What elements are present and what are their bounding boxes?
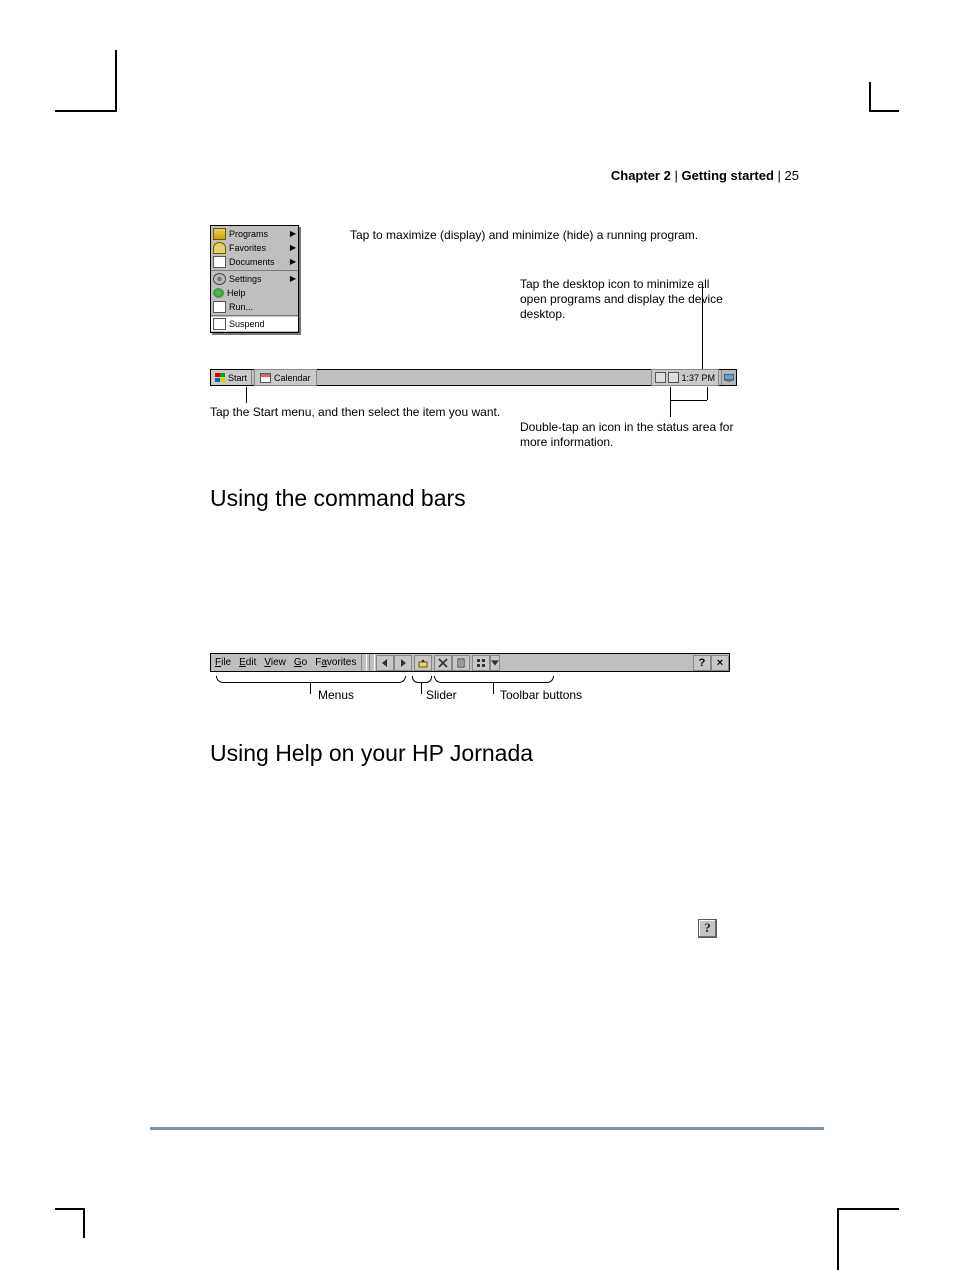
system-tray[interactable]: 1:37 PM (651, 369, 719, 386)
crop-mark (83, 1208, 85, 1238)
properties-button[interactable] (452, 655, 470, 671)
label-slider: Slider (426, 688, 457, 702)
heading-command-bars: Using the command bars (210, 485, 466, 512)
taskbar: Start Calendar 1:37 PM (210, 369, 737, 386)
menu-item-programs[interactable]: Programs (229, 230, 290, 239)
submenu-arrow-icon: ▶ (290, 275, 296, 283)
back-button[interactable] (376, 655, 394, 671)
submenu-arrow-icon: ▶ (290, 230, 296, 238)
menu-item-suspend[interactable]: Suspend (229, 320, 296, 329)
figure-command-bar: File Edit View Go Favorites ? × (210, 653, 730, 712)
callout-leader (707, 387, 708, 400)
menu-item-run[interactable]: Run... (229, 303, 296, 312)
menu-view[interactable]: View (260, 654, 290, 671)
menu-edit[interactable]: Edit (235, 654, 260, 671)
page: Chapter 2 | Getting started | 25 Program… (0, 0, 954, 1270)
suspend-icon (213, 318, 226, 330)
submenu-arrow-icon: ▶ (290, 244, 296, 252)
show-desktop-button[interactable] (721, 370, 736, 385)
help-icon (213, 288, 224, 298)
view-mode-dropdown[interactable] (490, 655, 500, 671)
callout-leader (670, 387, 671, 417)
heading-using-help: Using Help on your HP Jornada (210, 740, 533, 767)
callout-start-menu: Tap the Start menu, and then select the … (210, 405, 500, 420)
desktop-icon (724, 374, 734, 382)
start-menu[interactable]: Programs▶ Favorites▶ Documents▶ Settings… (210, 225, 299, 333)
command-bar-labels: Menus Slider Toolbar buttons (210, 672, 730, 712)
menu-file[interactable]: File (211, 654, 235, 671)
forward-button[interactable] (394, 655, 412, 671)
label-toolbar-buttons: Toolbar buttons (500, 688, 582, 702)
menu-favorites[interactable]: Favorites (311, 654, 360, 671)
help-button[interactable]: ? (693, 655, 711, 671)
callout-maximize: Tap to maximize (display) and minimize (… (350, 228, 698, 243)
settings-icon (213, 273, 226, 285)
crop-mark (839, 1208, 899, 1210)
toolbar-grip[interactable] (369, 654, 375, 671)
menu-item-settings[interactable]: Settings (229, 275, 290, 284)
programs-icon (213, 228, 226, 240)
callout-leader (702, 287, 703, 369)
menu-item-favorites[interactable]: Favorites (229, 244, 290, 253)
view-mode-button[interactable] (472, 655, 490, 671)
documents-icon (213, 256, 226, 268)
tray-icon[interactable] (668, 372, 679, 383)
figure-start-menu: Programs▶ Favorites▶ Documents▶ Settings… (210, 225, 735, 405)
windows-flag-icon (215, 373, 225, 382)
run-icon (213, 301, 226, 313)
tray-clock[interactable]: 1:37 PM (681, 373, 715, 383)
start-button[interactable]: Start (211, 370, 252, 385)
callout-leader (670, 400, 707, 401)
crop-mark (55, 1208, 83, 1210)
callout-leader (246, 387, 247, 403)
favorites-icon (213, 242, 226, 254)
toolbar-grip[interactable] (361, 654, 367, 671)
crop-mark (871, 110, 899, 112)
crop-mark (55, 110, 115, 112)
label-menus: Menus (318, 688, 354, 702)
tray-icon[interactable] (655, 372, 666, 383)
header-section: Getting started (681, 168, 773, 183)
close-button[interactable]: × (711, 655, 729, 671)
delete-button[interactable] (434, 655, 452, 671)
menu-item-help[interactable]: Help (227, 289, 296, 298)
page-header: Chapter 2 | Getting started | 25 (611, 168, 799, 183)
crop-mark (837, 1208, 839, 1270)
calendar-icon (260, 373, 271, 383)
start-label: Start (228, 373, 247, 383)
taskbar-task-calendar[interactable]: Calendar (254, 369, 317, 386)
submenu-arrow-icon: ▶ (290, 258, 296, 266)
header-page: 25 (785, 168, 799, 183)
command-bar: File Edit View Go Favorites ? × (210, 653, 730, 672)
crop-mark (869, 82, 871, 112)
task-label: Calendar (274, 373, 311, 383)
header-chapter: Chapter 2 (611, 168, 671, 183)
page-footer-rule (150, 1127, 824, 1130)
up-folder-button[interactable] (414, 655, 432, 671)
menu-go[interactable]: Go (290, 654, 311, 671)
callout-status-area: Double-tap an icon in the status area fo… (520, 420, 735, 450)
crop-mark (115, 50, 117, 112)
inline-help-button[interactable]: ? (698, 919, 717, 938)
menu-item-documents[interactable]: Documents (229, 258, 290, 267)
